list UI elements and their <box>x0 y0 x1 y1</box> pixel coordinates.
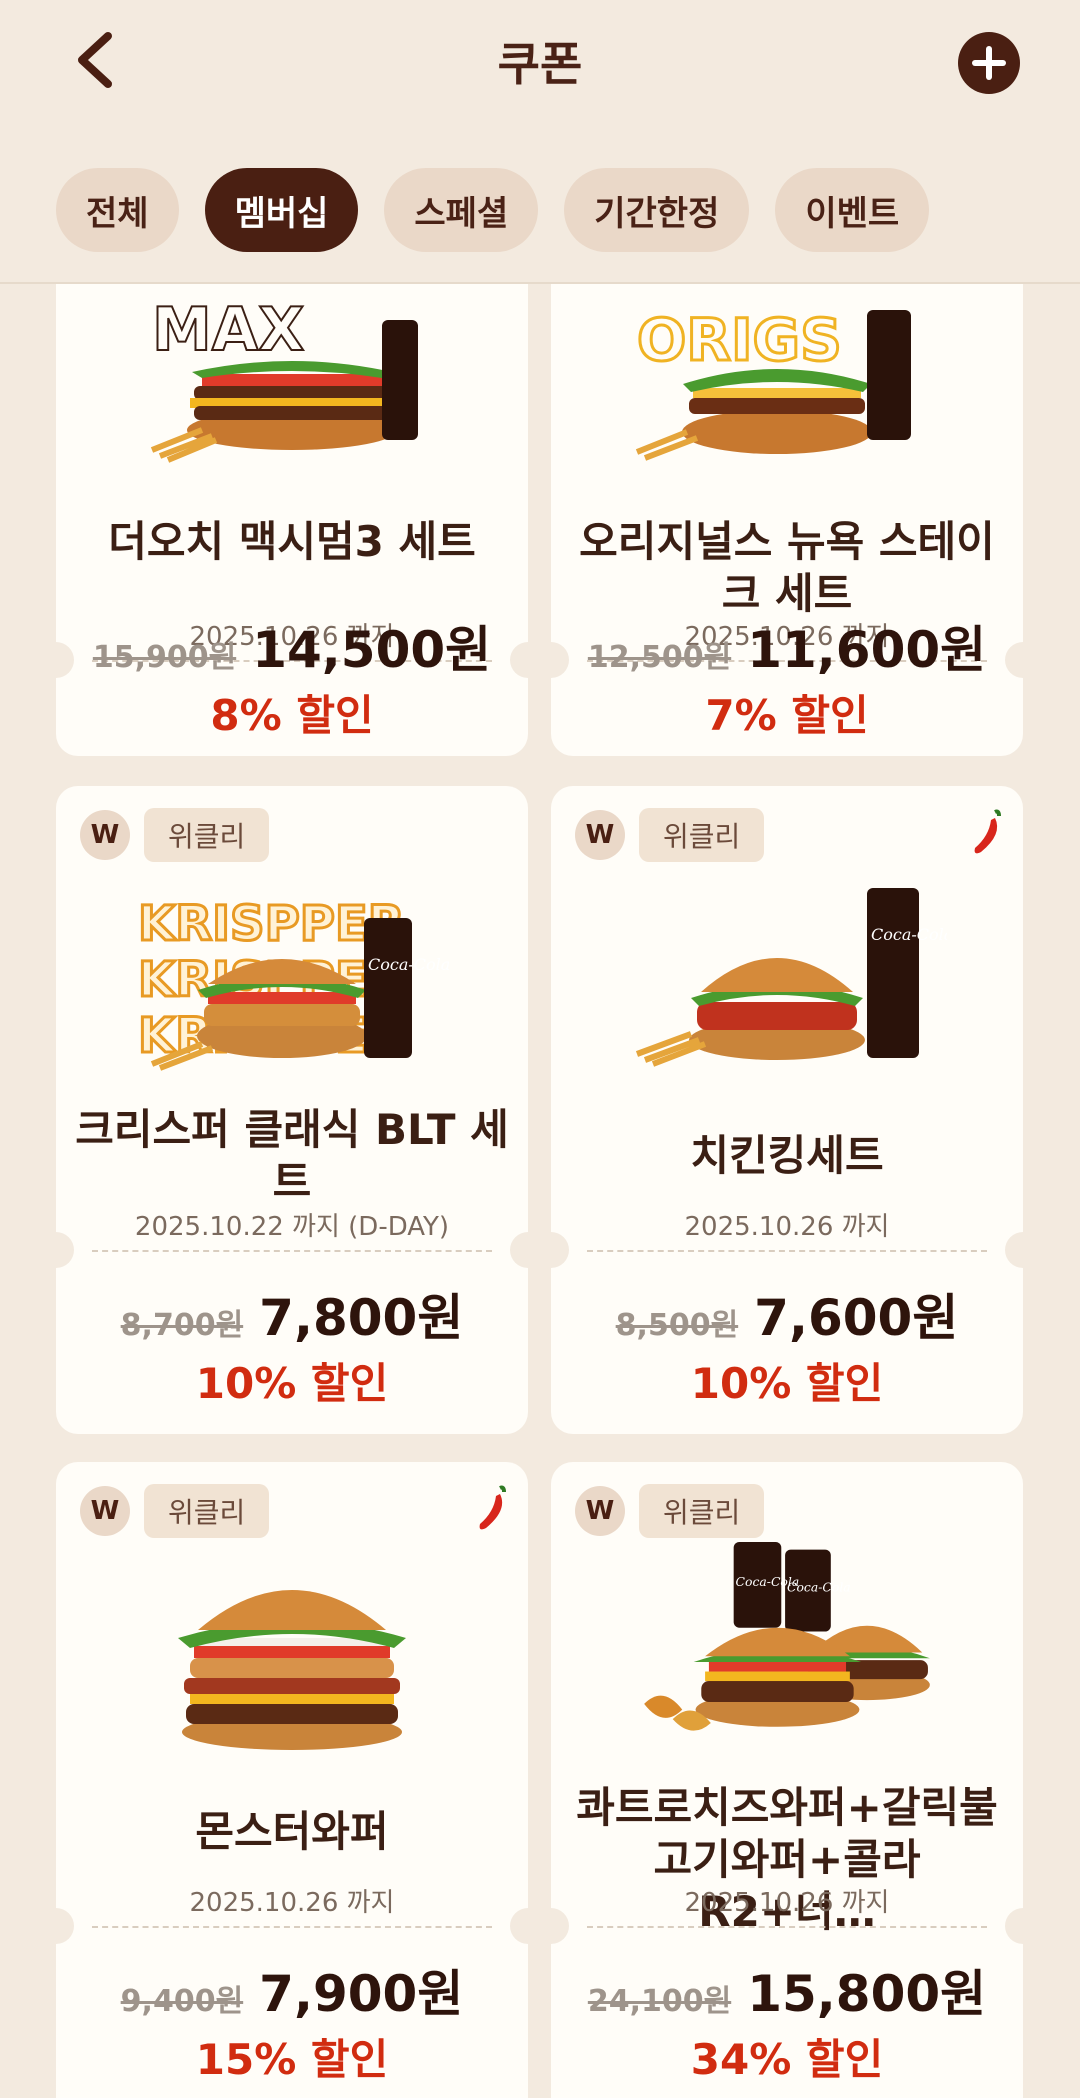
discount-label: 15% 할인 <box>195 2035 389 2084</box>
original-price: 24,100원 <box>587 1984 732 2019</box>
coupon-expiry: 2025.10.26 까지 <box>189 1888 395 1918</box>
burger-set-image: KRISPPER KRISPPER KRISPPER Coca-Cola <box>137 895 450 1071</box>
page-title: 쿠폰 <box>497 37 583 91</box>
price-row: 8,500원 7,600원 <box>551 1278 1023 1350</box>
tab-special[interactable]: 스페셜 <box>384 168 539 252</box>
discount-label: 8% 할인 <box>210 691 374 740</box>
coupon-grid: MAX 더오치 맥시멈3 세트 2025.10.26 까지 15,900원 14… <box>0 284 1080 2098</box>
plus-icon <box>972 46 1006 80</box>
discount-label: 7% 할인 <box>705 691 869 740</box>
sale-price: 7,800원 <box>259 1289 464 1347</box>
coupon-card[interactable]: W 위클리 Coca-Cola 치킨킹세트 2025.10.26 까지 8,50… <box>551 786 1023 1434</box>
whopper-badge-icon: W <box>575 1486 625 1536</box>
cola-logo: Coca-Cola <box>787 1581 851 1595</box>
original-price: 15,900원 <box>92 640 237 675</box>
discount-label: 10% 할인 <box>690 1359 884 1408</box>
cola-logo: Coca-Cola <box>368 955 450 974</box>
add-coupon-button[interactable] <box>958 32 1020 94</box>
original-price: 12,500원 <box>587 640 732 675</box>
coupon-name: 치킨킹세트 <box>690 1131 884 1180</box>
tab-limited-time[interactable]: 기간한정 <box>564 168 750 252</box>
svg-text:ORIGS: ORIGS <box>637 306 842 374</box>
coupon-expiry: 2025.10.22 까지 (D-DAY) <box>134 1212 450 1242</box>
burger-set-image: MAX <box>150 294 418 463</box>
sale-price: 15,800원 <box>747 1965 987 2023</box>
spicy-pepper-icon <box>974 809 1001 854</box>
price-row: 15,900원 14,500원 <box>56 610 528 682</box>
ticket-divider <box>92 1250 492 1252</box>
tab-event[interactable]: 이벤트 <box>775 168 930 252</box>
weekly-tag: 위클리 <box>639 808 765 862</box>
whopper-badge-icon: W <box>575 810 625 860</box>
weekly-tag: 위클리 <box>144 1484 270 1538</box>
weekly-tag: 위클리 <box>144 808 270 862</box>
category-tabs: 전체 멤버십 스페셜 기간한정 이벤트 <box>56 168 955 252</box>
whopper-badge-icon: W <box>80 1486 130 1536</box>
weekly-tag: 위클리 <box>639 1484 765 1538</box>
discount-label: 34% 할인 <box>690 2035 884 2084</box>
coupon-name: 오리지널스 뉴욕 스테이크 세트 <box>579 517 995 618</box>
cola-logo: Coca-Cola <box>871 925 947 944</box>
ticket-divider <box>587 1926 987 1928</box>
price-row: 8,700원 7,800원 <box>56 1278 528 1350</box>
tab-all[interactable]: 전체 <box>56 168 179 252</box>
coupon-name: 더오치 맥시멈3 세트 <box>108 517 476 566</box>
sale-price: 7,900원 <box>259 1965 464 2023</box>
discount-label: 10% 할인 <box>195 1359 389 1408</box>
price-row: 9,400원 7,900원 <box>56 1954 528 2026</box>
svg-text:MAX: MAX <box>152 295 304 365</box>
spicy-pepper-icon <box>479 1485 506 1530</box>
ticket-divider <box>587 1250 987 1252</box>
coupon-card[interactable]: W 위클리 KRISPPER KRISPPER KRISPPER Coca-Co… <box>56 786 528 1434</box>
monster-whopper-image <box>178 1590 406 1750</box>
coupon-card[interactable]: W 위클리 Coca-Cola Coca-Cola 콰트로치즈와퍼+갈릭불고기와… <box>551 1462 1023 2098</box>
original-price: 8,500원 <box>615 1308 739 1343</box>
coupon-expiry: 2025.10.26 까지 <box>684 1212 890 1242</box>
sale-price: 11,600원 <box>747 621 987 679</box>
price-row: 24,100원 15,800원 <box>551 1954 1023 2026</box>
sale-price: 14,500원 <box>252 621 492 679</box>
coupon-name: 몬스터와퍼 <box>195 1807 389 1856</box>
price-row: 12,500원 11,600원 <box>551 610 1023 682</box>
coupon-expiry: 2025.10.26 까지 <box>684 1888 890 1918</box>
burger-set-image: Coca-Cola <box>635 888 947 1067</box>
app-header: 쿠폰 전체 멤버십 스페셜 기간한정 이벤트 <box>0 0 1080 284</box>
coupon-name: 크리스퍼 클래식 BLT 세트 <box>75 1105 509 1206</box>
bundle-set-image: Coca-Cola Coca-Cola <box>644 1542 930 1731</box>
original-price: 8,700원 <box>120 1308 244 1343</box>
coupon-card[interactable]: W 위클리 몬스터와퍼 2025.10.26 까지 9,400원 7,900원 … <box>56 1462 528 2098</box>
tab-membership[interactable]: 멤버십 <box>204 168 359 252</box>
original-price: 9,400원 <box>120 1984 244 2019</box>
burger-set-image: ORIGS <box>636 305 911 461</box>
whopper-badge-icon: W <box>80 810 130 860</box>
ticket-divider <box>92 1926 492 1928</box>
sale-price: 7,600원 <box>754 1289 959 1347</box>
